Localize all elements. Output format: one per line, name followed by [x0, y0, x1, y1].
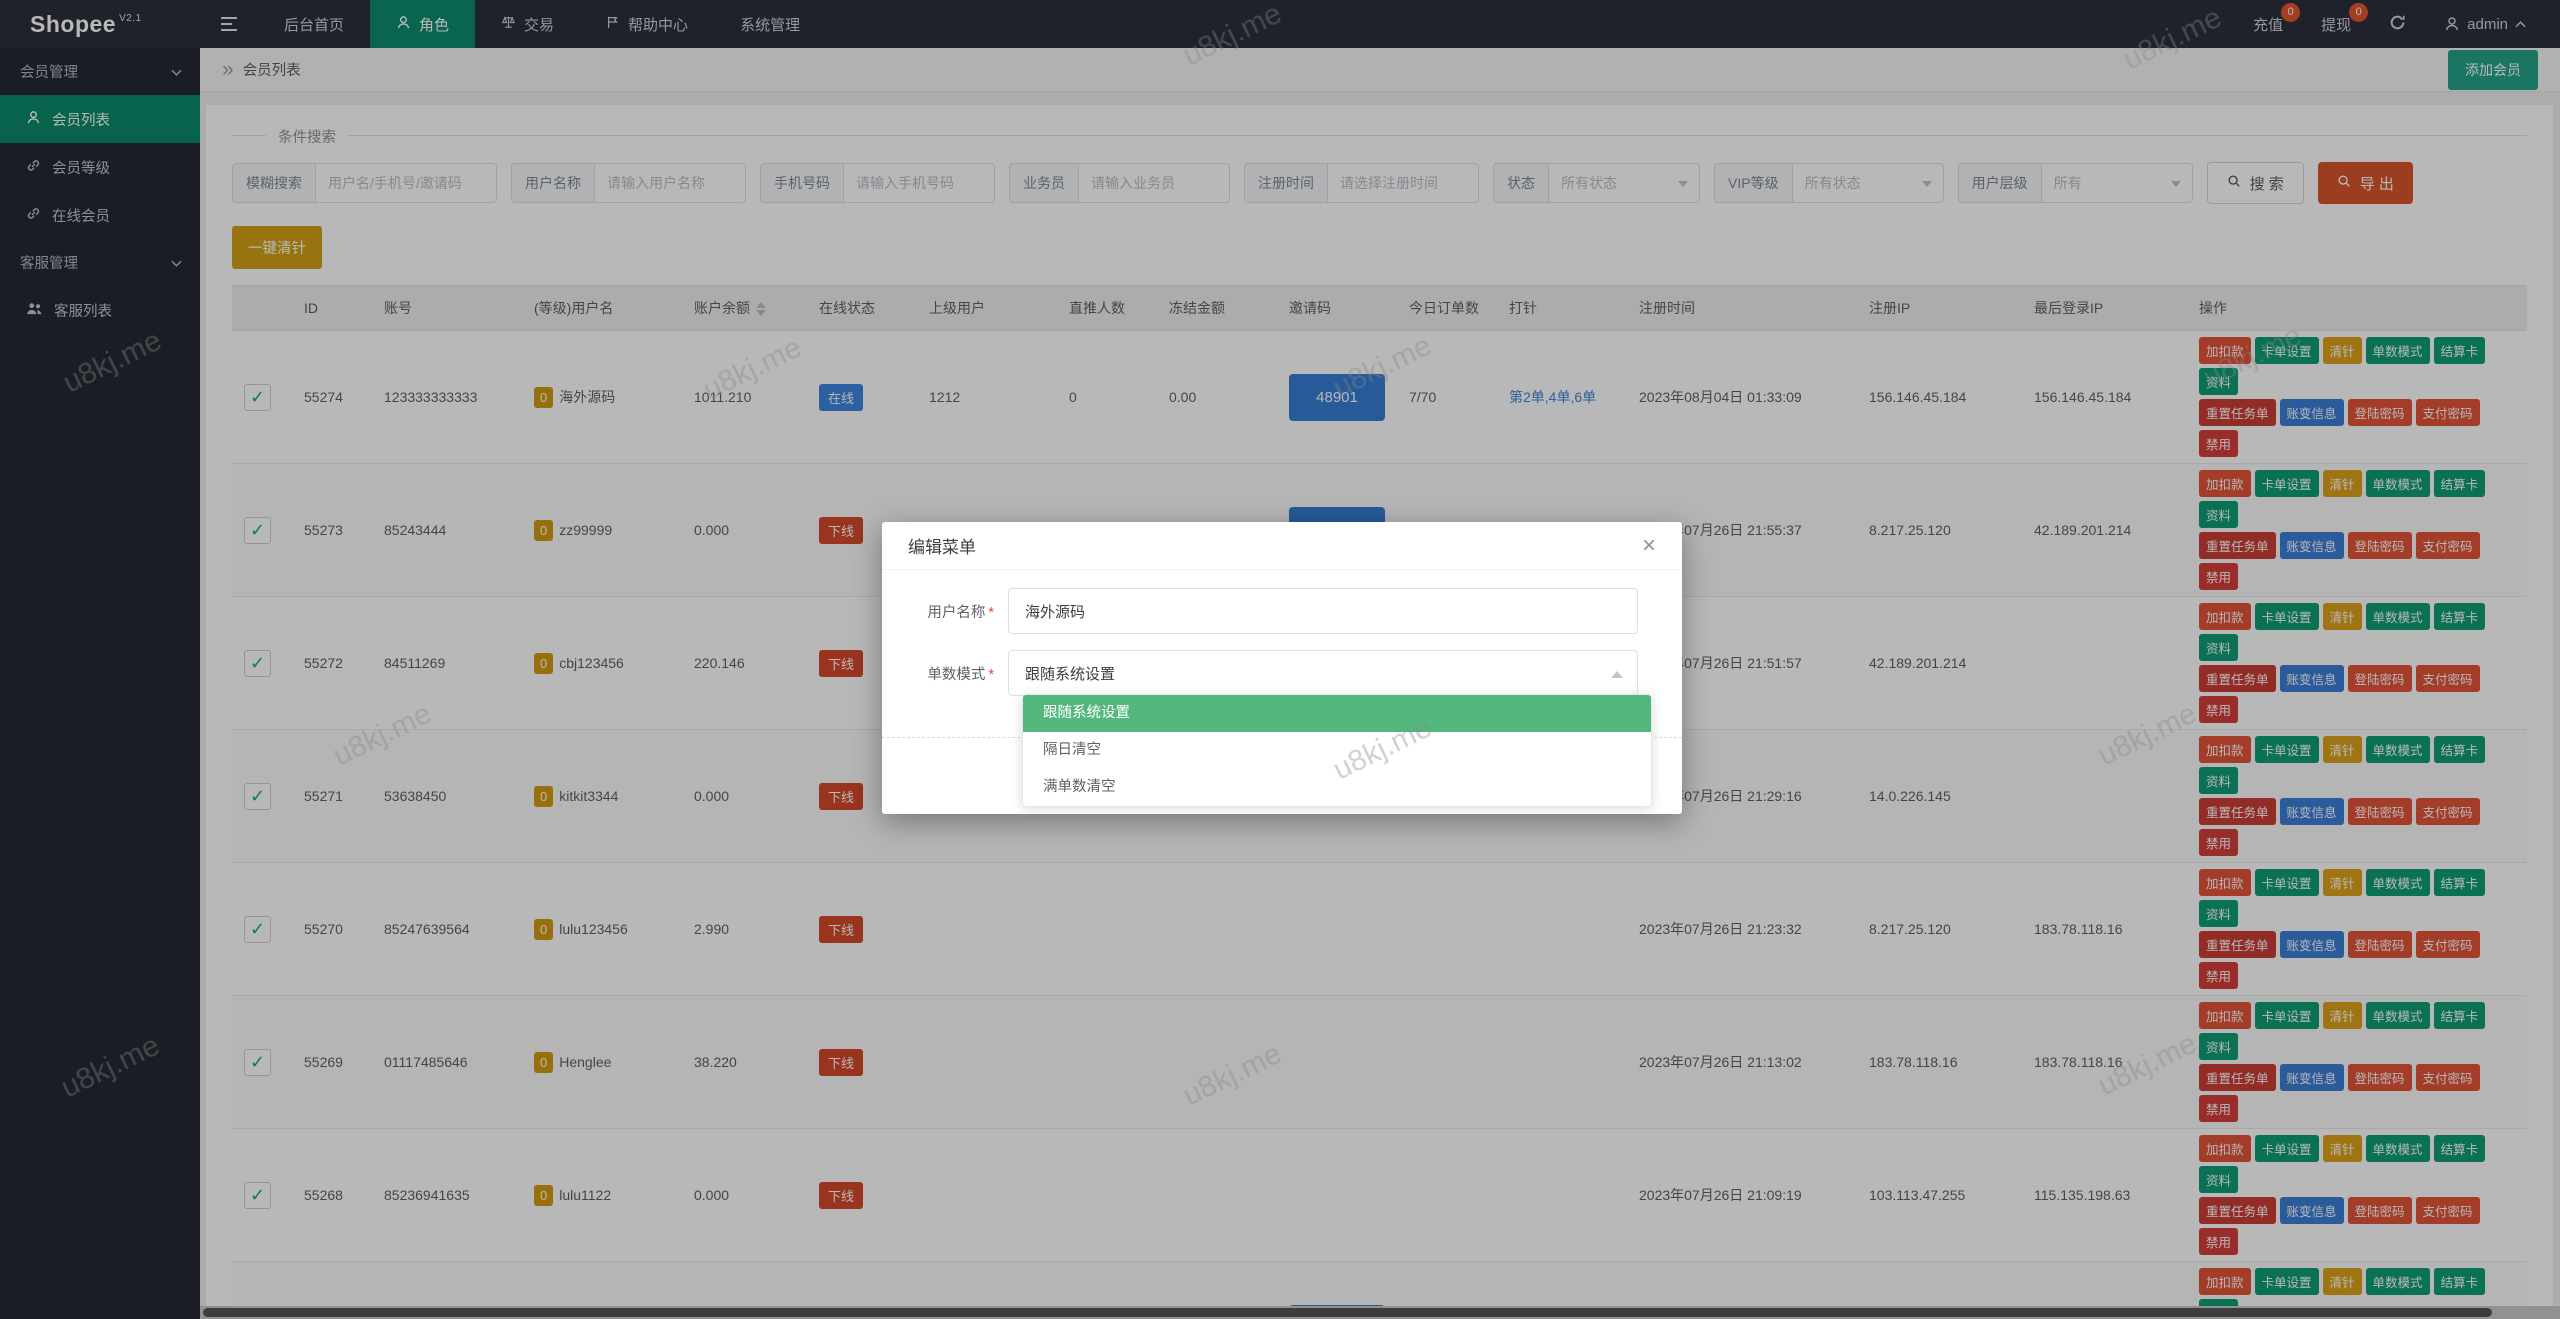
edit-menu-modal: 编辑菜单 × 用户名称 * 海外源码 单数模式 * 跟随系统设置 跟随系统设置 隔日清…: [882, 522, 1682, 814]
username-input[interactable]: 海外源码: [1008, 588, 1638, 634]
modal-title: 编辑菜单: [908, 538, 976, 557]
required-asterisk: *: [988, 666, 994, 683]
modal-header: 编辑菜单 ×: [882, 522, 1682, 570]
username-field-row: 用户名称 * 海外源码: [882, 588, 1682, 634]
caret-up-icon: [1611, 671, 1623, 678]
order-mode-label: 单数模式 *: [927, 666, 994, 683]
order-mode-field-row: 单数模式 * 跟随系统设置: [882, 650, 1682, 696]
dropdown-option-0[interactable]: 跟随系统设置: [1023, 695, 1651, 732]
required-asterisk: *: [988, 604, 994, 621]
order-mode-select[interactable]: 跟随系统设置: [1008, 650, 1638, 696]
order-mode-dropdown: 跟随系统设置 隔日清空 满单数清空: [1022, 694, 1652, 807]
dropdown-option-1[interactable]: 隔日清空: [1023, 732, 1651, 769]
close-icon[interactable]: ×: [1642, 533, 1656, 558]
username-label: 用户名称 *: [927, 604, 994, 621]
dropdown-option-2[interactable]: 满单数清空: [1023, 769, 1651, 806]
modal-body: 用户名称 * 海外源码 单数模式 * 跟随系统设置: [882, 570, 1682, 696]
